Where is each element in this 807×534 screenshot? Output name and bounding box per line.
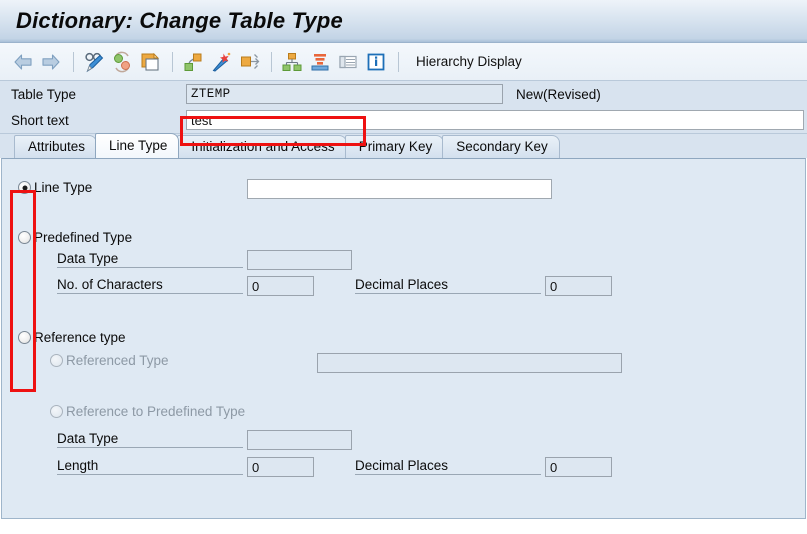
short-text-row: Short text <box>0 107 807 133</box>
predefined-type-radio[interactable] <box>18 231 31 244</box>
table-type-label: Table Type <box>11 86 77 102</box>
hierarchy-display-button[interactable]: Hierarchy Display <box>416 54 522 69</box>
expand-icon[interactable] <box>236 49 262 75</box>
status-badge: New(Revised) <box>516 86 601 102</box>
table-type-row: Table Type New(Revised) <box>0 81 807 107</box>
short-text-input[interactable] <box>186 110 804 130</box>
main-toolbar: Hierarchy Display <box>0 43 807 81</box>
predefined-decimal-places-input[interactable] <box>545 276 612 296</box>
predefined-data-type-input[interactable] <box>247 250 352 270</box>
referenced-type-radio-row[interactable]: Referenced Type <box>50 353 169 368</box>
table-type-input[interactable] <box>186 84 503 104</box>
line-type-panel: Line Type Predefined Type Data Type No. … <box>1 158 806 519</box>
table-icon[interactable] <box>335 49 361 75</box>
reference-decimal-places-input[interactable] <box>545 457 612 477</box>
hierarchy-icon[interactable] <box>279 49 305 75</box>
back-icon[interactable] <box>10 49 36 75</box>
reference-to-predefined-radio[interactable] <box>50 405 63 418</box>
display-change-icon[interactable] <box>81 49 107 75</box>
reference-to-predefined-radio-label: Reference to Predefined Type <box>66 404 246 419</box>
referenced-type-radio[interactable] <box>50 354 63 367</box>
toolbar-separator <box>271 51 272 72</box>
line-type-radio[interactable] <box>18 181 31 194</box>
forward-icon[interactable] <box>38 49 64 75</box>
predefined-decimal-places-label: Decimal Places <box>355 277 541 294</box>
where-used-icon[interactable] <box>180 49 206 75</box>
copy-icon[interactable] <box>137 49 163 75</box>
header-fields: Table Type New(Revised) Short text <box>0 81 807 134</box>
referenced-type-radio-label: Referenced Type <box>66 353 169 368</box>
reference-type-radio-label: Reference type <box>34 330 126 345</box>
line-type-radio-label: Line Type <box>34 180 93 195</box>
predefined-no-of-characters-label: No. of Characters <box>57 277 243 294</box>
reference-length-input[interactable] <box>247 457 314 477</box>
info-icon[interactable] <box>363 49 389 75</box>
stack-icon[interactable] <box>307 49 333 75</box>
predefined-type-radio-label: Predefined Type <box>34 230 133 245</box>
tab-initialization-access[interactable]: Initialization and Access <box>177 135 347 158</box>
toolbar-separator <box>73 51 74 72</box>
toolbar-separator <box>172 51 173 72</box>
page-title: Dictionary: Change Table Type <box>16 8 343 33</box>
reference-to-predefined-radio-row[interactable]: Reference to Predefined Type <box>50 404 245 419</box>
referenced-type-input[interactable] <box>317 353 622 373</box>
toolbar-separator <box>398 51 399 72</box>
short-text-label: Short text <box>11 112 69 128</box>
reference-type-radio[interactable] <box>18 331 31 344</box>
reference-length-label: Length <box>57 458 243 475</box>
window-title-bar: Dictionary: Change Table Type <box>0 0 807 43</box>
tab-line-type[interactable]: Line Type <box>95 133 180 158</box>
reference-decimal-places-label: Decimal Places <box>355 458 541 475</box>
predefined-no-of-characters-input[interactable] <box>247 276 314 296</box>
line-type-radio-row[interactable]: Line Type <box>18 180 92 195</box>
line-type-value-input[interactable] <box>247 179 552 199</box>
predefined-data-type-label: Data Type <box>57 251 243 268</box>
wand-icon[interactable] <box>208 49 234 75</box>
tab-strip: Attributes Line Type Initialization and … <box>0 133 807 158</box>
replace-icon[interactable] <box>109 49 135 75</box>
tab-attributes[interactable]: Attributes <box>14 135 98 158</box>
reference-type-radio-row[interactable]: Reference type <box>18 330 126 345</box>
reference-data-type-label: Data Type <box>57 431 243 448</box>
tab-secondary-key[interactable]: Secondary Key <box>442 135 560 158</box>
predefined-type-radio-row[interactable]: Predefined Type <box>18 230 132 245</box>
reference-data-type-input[interactable] <box>247 430 352 450</box>
tab-primary-key[interactable]: Primary Key <box>344 135 445 158</box>
